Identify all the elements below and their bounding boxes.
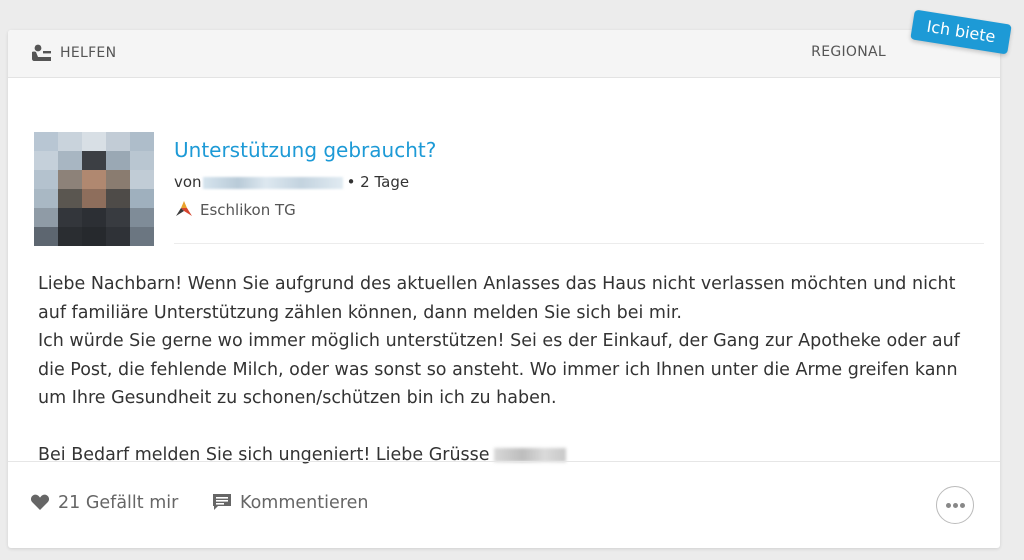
byline: von • 2 Tage (174, 173, 409, 191)
like-label: 21 Gefällt mir (58, 493, 179, 513)
location[interactable]: Eschlikon TG (174, 200, 296, 219)
post-header: HELFEN REGIONAL (8, 30, 1000, 78)
meta-divider (174, 243, 984, 244)
community-logo-icon (176, 201, 192, 216)
byline-prefix: von (174, 173, 202, 191)
post-title[interactable]: Unterstützung gebraucht? (174, 138, 436, 162)
author-name-redacted[interactable] (202, 176, 343, 189)
region-label: REGIONAL (811, 44, 886, 60)
category-label: HELFEN (60, 45, 117, 61)
post-body-paragraph-2: Ich würde Sie gerne wo immer möglich unt… (38, 331, 960, 408)
heart-icon (30, 494, 50, 510)
post-body: Liebe Nachbarn! Wenn Sie aufgrund des ak… (38, 270, 978, 469)
avatar[interactable] (34, 132, 154, 246)
post-body-paragraph-1: Liebe Nachbarn! Wenn Sie aufgrund des ak… (38, 274, 956, 323)
avatar-image (34, 132, 154, 246)
like-button[interactable]: 21 Gefällt mir (30, 493, 178, 513)
more-options-button[interactable] (936, 486, 974, 524)
comment-label: Kommentieren (240, 493, 369, 513)
location-label: Eschlikon TG (200, 201, 296, 219)
signature-redacted (493, 447, 566, 462)
footer-divider (8, 461, 1000, 462)
comment-button[interactable]: Kommentieren (212, 493, 368, 513)
more-options-icon (946, 503, 951, 508)
post-closing: Bei Bedarf melden Sie sich ungeniert! Li… (38, 441, 978, 470)
person-at-desk-icon (32, 44, 51, 61)
post-card: HELFEN REGIONAL Unterstützung gebraucht?… (8, 30, 1000, 548)
post-age: • 2 Tage (346, 173, 410, 191)
comment-icon (213, 494, 231, 510)
